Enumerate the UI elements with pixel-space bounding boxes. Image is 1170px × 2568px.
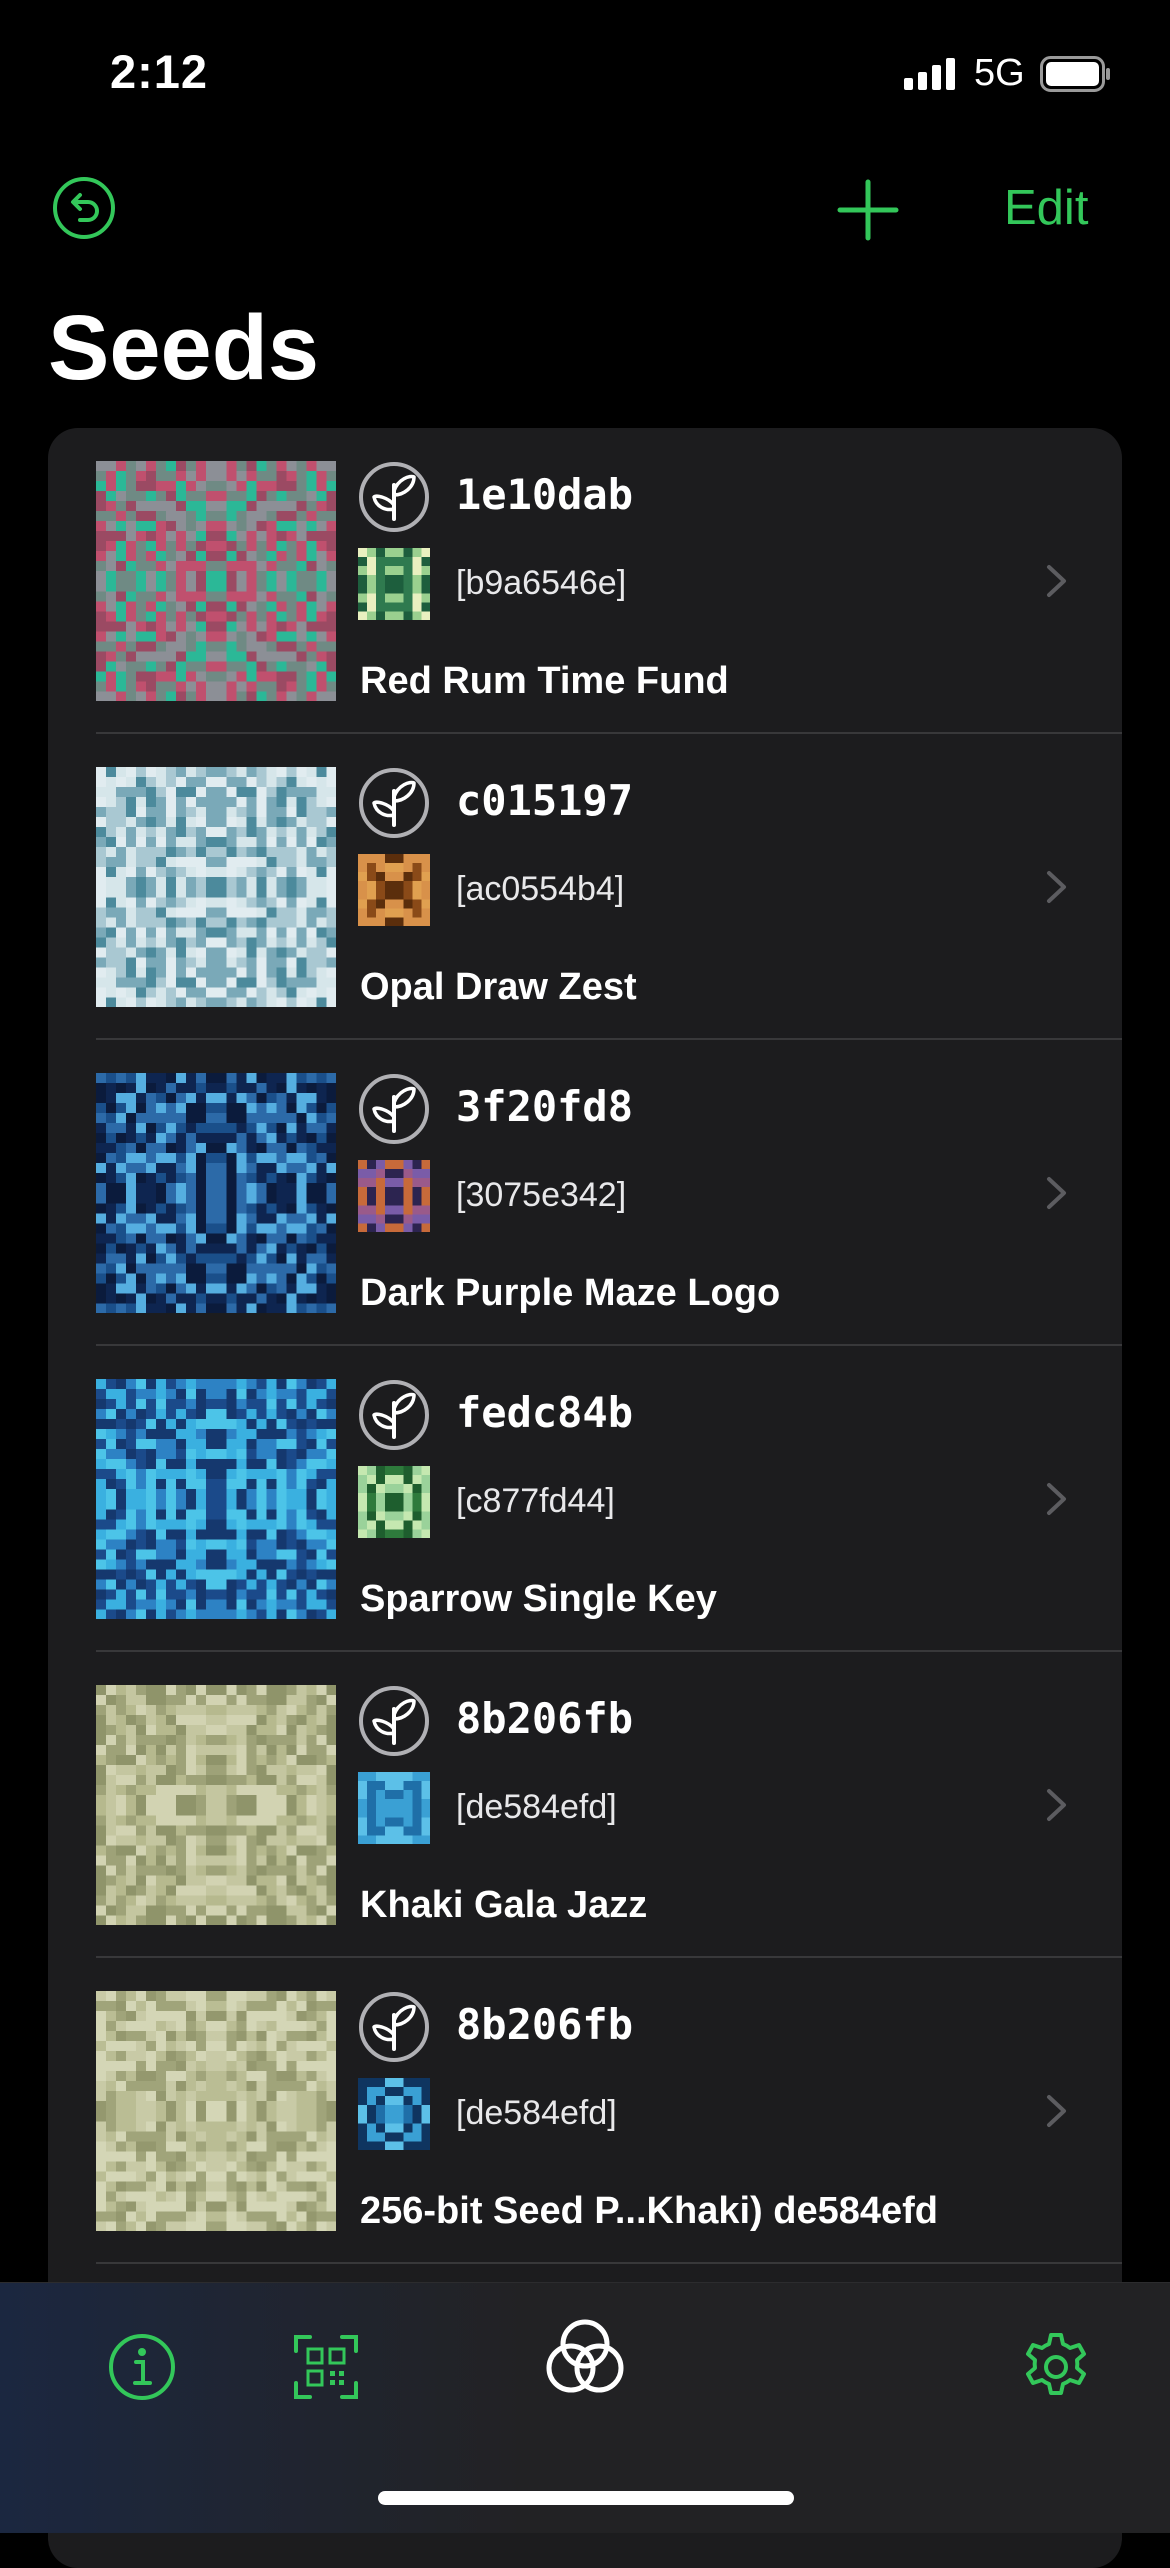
- seed-fingerprint: [3075e342]: [456, 1176, 627, 1214]
- seed-name: Red Rum Time Fund: [360, 660, 729, 702]
- seed-fingerprint: [c877fd44]: [456, 1482, 615, 1520]
- seed-fingerprint: [ac0554b4]: [456, 870, 625, 908]
- seed-identifier: 8b206fb: [456, 2000, 634, 2049]
- seed-sprout-icon: [359, 462, 429, 532]
- seed-row[interactable]: 3f20fd8 [3075e342] Dark Purple Maze Logo: [48, 1040, 1122, 1346]
- seed-row[interactable]: c015197 [ac0554b4] Opal Draw Zest: [48, 734, 1122, 1040]
- info-icon[interactable]: [102, 2327, 182, 2407]
- add-seed-plus-icon[interactable]: [836, 178, 900, 242]
- status-bar: 2:12 5G: [0, 0, 1170, 140]
- page-title: Seeds: [48, 297, 320, 399]
- settings-gear-icon[interactable]: [1016, 2327, 1096, 2407]
- seed-fingerprint: [b9a6546e]: [456, 564, 627, 602]
- seed-identifier: 1e10dab: [456, 470, 634, 519]
- home-indicator: [378, 2491, 794, 2505]
- fingerprint-lifehash-icon: [358, 548, 430, 620]
- fingerprint-lifehash-icon: [358, 2078, 430, 2150]
- lifehash-image: [96, 767, 336, 1007]
- lifehash-image: [96, 461, 336, 701]
- chevron-right-icon: [1047, 2095, 1066, 2127]
- status-time: 2:12: [110, 45, 209, 98]
- seed-name: Opal Draw Zest: [360, 966, 637, 1008]
- seed-identifier: c015197: [456, 776, 634, 825]
- fingerprint-lifehash-icon: [358, 854, 430, 926]
- seed-name: 256-bit Seed P...Khaki) de584efd: [360, 2190, 938, 2232]
- seed-row[interactable]: 8b206fb [de584efd] Khaki Gala Jazz: [48, 1652, 1122, 1958]
- seed-sprout-icon: [359, 1686, 429, 1756]
- seed-sprout-icon: [359, 1992, 429, 2062]
- seed-fingerprint: [de584efd]: [456, 2094, 617, 2132]
- row-divider: [96, 2262, 1122, 2264]
- fingerprint-lifehash-icon: [358, 1772, 430, 1844]
- seed-row[interactable]: 8b206fb [de584efd] 256-bit Seed P...Khak…: [48, 1958, 1122, 2264]
- chevron-right-icon: [1047, 1177, 1066, 1209]
- seed-name: Dark Purple Maze Logo: [360, 1272, 781, 1314]
- fingerprint-lifehash-icon: [358, 1160, 430, 1232]
- edit-button[interactable]: Edit: [1004, 180, 1088, 236]
- seed-name: Khaki Gala Jazz: [360, 1884, 648, 1926]
- lifehash-image: [96, 1073, 336, 1313]
- chevron-right-icon: [1047, 1789, 1066, 1821]
- seed-sprout-icon: [359, 1074, 429, 1144]
- lifehash-image: [96, 1685, 336, 1925]
- network-type: 5G: [974, 52, 1025, 94]
- chevron-right-icon: [1047, 1483, 1066, 1515]
- lifehash-image: [96, 1379, 336, 1619]
- seed-sprout-icon: [359, 1380, 429, 1450]
- qr-scan-icon[interactable]: [286, 2327, 366, 2407]
- seed-identifier: 8b206fb: [456, 1694, 634, 1743]
- chevron-right-icon: [1047, 565, 1066, 597]
- fingerprint-lifehash-icon: [358, 1466, 430, 1538]
- seed-sprout-icon: [359, 768, 429, 838]
- seed-identifier: 3f20fd8: [456, 1082, 634, 1131]
- cellular-signal-icon: [904, 58, 955, 90]
- chevron-right-icon: [1047, 871, 1066, 903]
- seed-fingerprint: [de584efd]: [456, 1788, 617, 1826]
- seed-list: 1e10dab [b9a6546e] Red Rum Time Fund c01…: [48, 428, 1122, 2568]
- seed-row[interactable]: 1e10dab [b9a6546e] Red Rum Time Fund: [48, 428, 1122, 734]
- battery-icon: [1040, 56, 1110, 92]
- undo-circle-icon[interactable]: [52, 176, 116, 240]
- seed-identifier: fedc84b: [456, 1388, 634, 1437]
- seed-name: Sparrow Single Key: [360, 1578, 717, 1620]
- blockchain-commons-logo-icon[interactable]: [540, 2313, 630, 2403]
- seed-row[interactable]: fedc84b [c877fd44] Sparrow Single Key: [48, 1346, 1122, 1652]
- lifehash-image: [96, 1991, 336, 2231]
